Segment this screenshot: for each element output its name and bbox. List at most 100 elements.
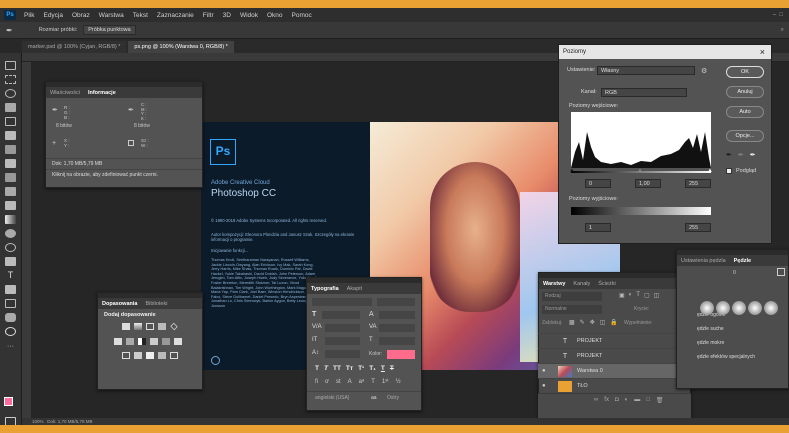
- gear-icon[interactable]: ⚙: [701, 67, 707, 75]
- input-gamma-slider[interactable]: ▲: [637, 168, 643, 174]
- vertical-scale-field[interactable]: [325, 337, 360, 345]
- move-tool-icon[interactable]: [5, 61, 16, 70]
- posterize-icon[interactable]: [134, 352, 142, 359]
- new-group-icon[interactable]: ▬: [634, 397, 640, 404]
- antialias-select[interactable]: Ostry: [387, 395, 399, 401]
- cancel-button[interactable]: Anuluj: [726, 86, 764, 98]
- path-select-tool-icon[interactable]: [5, 285, 16, 294]
- layer-mask-icon[interactable]: ◘: [615, 397, 619, 404]
- menu-file[interactable]: Plik: [24, 12, 34, 19]
- menu-help[interactable]: Pomoc: [292, 12, 312, 19]
- filter-adjust-icon[interactable]: ◐: [629, 292, 633, 299]
- input-white-field[interactable]: 255: [685, 179, 711, 188]
- marquee-tool-icon[interactable]: [5, 75, 16, 84]
- menu-filter[interactable]: Filtr: [203, 12, 214, 19]
- font-style-select[interactable]: [377, 298, 415, 306]
- ps-app-icon[interactable]: Ps: [4, 10, 16, 20]
- brush-group-wet[interactable]: ędzle mokre: [697, 340, 724, 346]
- tab-character[interactable]: Typografia: [311, 286, 339, 292]
- tab-channels[interactable]: Kanały: [573, 281, 590, 287]
- brightness-contrast-icon[interactable]: [122, 323, 130, 330]
- close-icon[interactable]: ×: [760, 45, 765, 59]
- brush-preset[interactable]: [732, 301, 746, 315]
- white-point-eyedropper-icon[interactable]: ✒: [750, 151, 756, 159]
- type-tool-icon[interactable]: T: [5, 271, 16, 280]
- tab-info[interactable]: Informacje: [88, 90, 116, 96]
- faux-italic-button[interactable]: T: [324, 365, 328, 372]
- filter-type-icon[interactable]: T: [636, 292, 640, 299]
- color-balance-icon[interactable]: [126, 338, 134, 345]
- leading-field[interactable]: [379, 311, 415, 319]
- zoom-tool-icon[interactable]: [5, 327, 16, 336]
- lock-all-icon[interactable]: 🔒: [610, 319, 617, 326]
- tab-layers[interactable]: Warstwy: [543, 281, 565, 287]
- fractions-button[interactable]: ½: [396, 379, 401, 385]
- brush-tool-icon[interactable]: [5, 159, 16, 168]
- alternates-button[interactable]: A: [348, 379, 352, 385]
- quick-select-tool-icon[interactable]: [5, 103, 16, 112]
- lock-transparent-icon[interactable]: ▩: [569, 319, 575, 326]
- menu-3d[interactable]: 3D: [223, 12, 231, 19]
- channel-select[interactable]: RGB: [601, 88, 687, 97]
- rectangle-tool-icon[interactable]: [5, 299, 16, 308]
- exposure-icon[interactable]: [158, 323, 166, 330]
- more-tools-icon[interactable]: ···: [5, 343, 16, 352]
- hue-saturation-icon[interactable]: [114, 338, 122, 345]
- dodge-tool-icon[interactable]: [5, 243, 16, 252]
- lasso-tool-icon[interactable]: [5, 89, 16, 98]
- lock-position-icon[interactable]: ✥: [590, 319, 595, 326]
- ligatures-button[interactable]: fi: [315, 379, 318, 385]
- link-layers-icon[interactable]: ∞: [594, 397, 598, 404]
- text-color-swatch[interactable]: [387, 350, 415, 359]
- healing-brush-tool-icon[interactable]: [5, 145, 16, 154]
- menu-edit[interactable]: Edycja: [43, 12, 63, 19]
- gray-point-eyedropper-icon[interactable]: ✒: [738, 151, 744, 159]
- tab-brush-settings[interactable]: Ustawienia pędzla: [681, 258, 726, 264]
- new-brush-icon[interactable]: [777, 268, 785, 276]
- color-lookup-icon[interactable]: [174, 338, 182, 345]
- menu-select[interactable]: Zaznaczanie: [157, 12, 194, 19]
- kerning-field[interactable]: [325, 324, 360, 332]
- tab-paths[interactable]: Ścieżki: [598, 281, 615, 287]
- invert-icon[interactable]: [122, 352, 130, 359]
- zoom-level[interactable]: 100%: [32, 419, 44, 424]
- adjustment-layer-icon[interactable]: ◐: [625, 397, 629, 404]
- lock-artboard-icon[interactable]: ◫: [600, 319, 606, 326]
- underline-button[interactable]: T: [381, 365, 385, 372]
- history-brush-tool-icon[interactable]: [5, 187, 16, 196]
- filter-shape-icon[interactable]: ▢: [644, 292, 650, 299]
- tab-libraries[interactable]: Biblioteki: [145, 301, 167, 307]
- filter-smart-icon[interactable]: ◫: [654, 292, 660, 299]
- input-gamma-field[interactable]: 1,00: [635, 179, 661, 188]
- superscript-button[interactable]: T¹: [358, 365, 364, 372]
- faux-bold-button[interactable]: T: [315, 365, 319, 372]
- hand-tool-icon[interactable]: [5, 313, 16, 322]
- output-black-field[interactable]: 1: [585, 223, 611, 232]
- language-select[interactable]: angielski (USA): [315, 395, 349, 401]
- filter-pixel-icon[interactable]: ▣: [619, 292, 625, 299]
- old-style-button[interactable]: ơ: [325, 379, 329, 385]
- black-point-eyedropper-icon[interactable]: ✒: [726, 151, 732, 159]
- lock-image-icon[interactable]: ✎: [580, 319, 585, 326]
- levels-icon[interactable]: [134, 323, 142, 330]
- ok-button[interactable]: OK: [726, 66, 764, 78]
- black-white-icon[interactable]: [138, 338, 146, 345]
- titling-button[interactable]: T: [371, 379, 375, 385]
- brush-preset[interactable]: [700, 301, 714, 315]
- brush-group-special[interactable]: ędzle efektów specjalnych: [697, 354, 755, 360]
- tab-ps-png[interactable]: ps.png @ 100% (Warstwa 0, RGB/8) *: [128, 41, 234, 53]
- subscript-button[interactable]: T₁: [369, 365, 376, 372]
- delete-layer-icon[interactable]: 🗑: [656, 397, 664, 404]
- layer-row-projekt-1[interactable]: T PROJEKT: [538, 333, 691, 348]
- photo-filter-icon[interactable]: [150, 338, 158, 345]
- output-white-field[interactable]: 255: [685, 223, 711, 232]
- options-button[interactable]: Opcje...: [726, 130, 764, 142]
- brush-preset[interactable]: [716, 301, 730, 315]
- preset-select[interactable]: Własny: [597, 66, 695, 75]
- menu-image[interactable]: Obraz: [72, 12, 90, 19]
- all-caps-button[interactable]: TT: [333, 365, 341, 372]
- auto-button[interactable]: Auto: [726, 106, 764, 118]
- threshold-icon[interactable]: [146, 352, 154, 359]
- layer-row-warstwa-0[interactable]: ● Warstwa 0: [538, 363, 691, 378]
- menu-layer[interactable]: Warstwa: [99, 12, 124, 19]
